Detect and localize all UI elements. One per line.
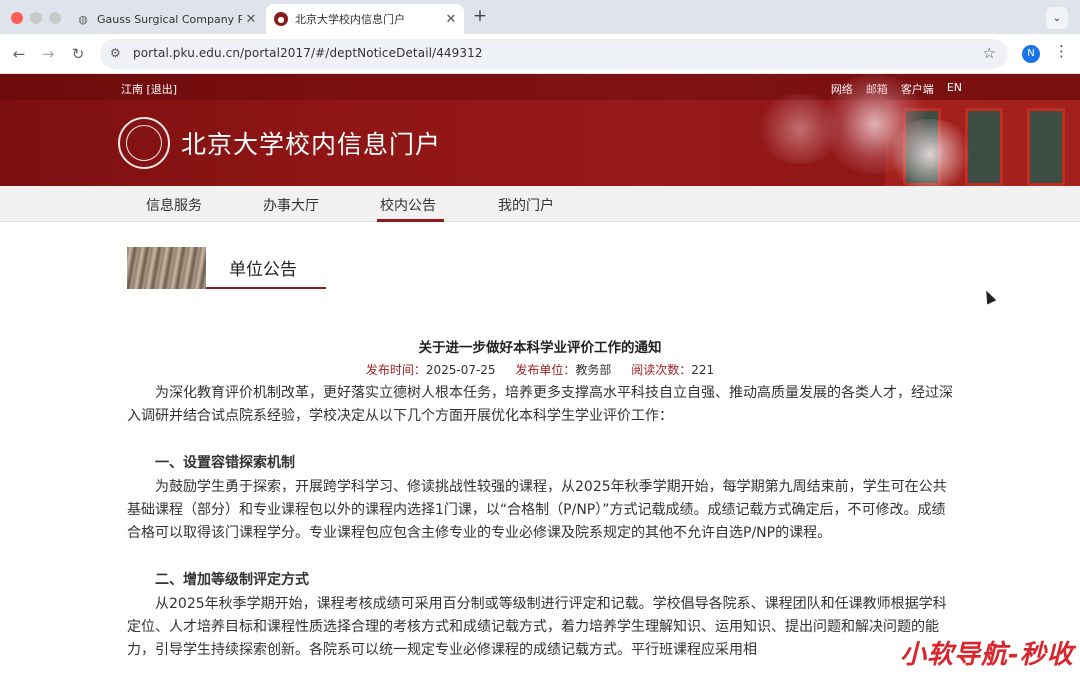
section-heading-1: 一、设置容错探索机制 — [155, 455, 295, 472]
notice-meta: 发布时间：2025-07-25 发布单位：教务部 阅读次数：221 — [0, 361, 1080, 378]
notice-title: 关于进一步做好本科学业评价工作的通知 — [418, 340, 662, 356]
close-window-button[interactable] — [11, 12, 23, 24]
tab-title: Gauss Surgical Company Pro — [97, 12, 242, 26]
globe-icon: ◍ — [78, 12, 88, 26]
section-heading: 单位公告 — [127, 247, 327, 290]
publish-unit: 教务部 — [575, 363, 612, 377]
maximize-window-button[interactable] — [49, 12, 61, 24]
browser-toolbar: ← → ↻ ⚙ portal.pku.edu.cn/portal2017/#/d… — [0, 34, 1080, 74]
minimize-window-button[interactable] — [30, 12, 42, 24]
portal-main-nav: 信息服务 办事大厅 校内公告 我的门户 — [0, 186, 1080, 222]
notice-body: 为深化教育评价机制改革，更好落实立德树人根本任务，培养更多支撑高水平科技自立自强… — [127, 382, 955, 663]
section-rule — [206, 287, 326, 289]
publish-time-label: 发布时间： — [365, 363, 426, 377]
tab-close-icon[interactable]: ✕ — [242, 12, 260, 27]
forward-button[interactable]: → — [37, 43, 59, 65]
nav-my-portal[interactable]: 我的门户 — [498, 195, 554, 215]
reload-button[interactable]: ↻ — [67, 43, 89, 65]
new-tab-button[interactable]: + — [470, 6, 490, 28]
portal-title: 北京大学校内信息门户 — [181, 130, 442, 159]
intro-paragraph: 为深化教育评价机制改革，更好落实立德树人根本任务，培养更多支撑高水平科技自立自强… — [127, 385, 953, 425]
books-image — [127, 247, 206, 289]
section-body-2: 从2025年秋季学期开始，课程考核成绩可采用百分制或等级制进行评定和记载。学校倡… — [127, 595, 947, 659]
tab-gauss-surgical[interactable]: ◍ Gauss Surgical Company Pro ✕ — [68, 4, 264, 34]
publish-unit-label: 发布单位： — [515, 363, 576, 377]
header-banner-image — [735, 74, 1080, 186]
section-heading-2: 二、增加等级制评定方式 — [155, 572, 309, 589]
address-bar[interactable]: ⚙ portal.pku.edu.cn/portal2017/#/deptNot… — [100, 39, 1008, 69]
browser-tab-bar: ◍ Gauss Surgical Company Pro ✕ ● 北京大学校内信… — [0, 0, 1080, 34]
portal-header: 江南 [退出] 网络 邮箱 客户端 EN 北京大学校内信息门户 — [0, 74, 1080, 186]
publish-time: 2025-07-25 — [425, 363, 496, 377]
tab-title: 北京大学校内信息门户 — [295, 13, 405, 26]
tab-close-icon[interactable]: ✕ — [442, 12, 460, 27]
pku-seal-logo[interactable] — [118, 117, 170, 169]
bookmark-star-icon[interactable]: ☆ — [983, 44, 996, 62]
url-text[interactable]: portal.pku.edu.cn/portal2017/#/deptNotic… — [133, 46, 483, 60]
site-info-icon[interactable]: ⚙ — [110, 46, 121, 60]
section-label: 单位公告 — [229, 260, 297, 280]
tab-search-button[interactable]: ⌄ — [1046, 7, 1068, 29]
read-count-label: 阅读次数： — [631, 363, 692, 377]
active-tab-indicator — [377, 219, 444, 222]
pku-favicon-icon: ● — [274, 12, 288, 26]
back-button[interactable]: ← — [8, 43, 30, 65]
mouse-cursor-icon — [981, 288, 997, 305]
watermark-text: 小软导航-秒收 — [900, 640, 1074, 670]
read-count: 221 — [691, 363, 715, 377]
tab-pku-portal[interactable]: ● 北京大学校内信息门户 ✕ — [266, 4, 464, 34]
section-body-1: 为鼓励学生勇于探索，开展跨学科学习、修读挑战性较强的课程，从2025年秋季学期开… — [127, 478, 947, 542]
nav-info-service[interactable]: 信息服务 — [146, 195, 202, 215]
user-logout-link[interactable]: 江南 [退出] — [121, 81, 177, 97]
nav-campus-notices[interactable]: 校内公告 — [380, 195, 436, 215]
profile-avatar[interactable]: N — [1022, 45, 1040, 63]
nav-service-hall[interactable]: 办事大厅 — [263, 195, 319, 215]
browser-menu-icon[interactable]: ⋮ — [1054, 42, 1069, 60]
